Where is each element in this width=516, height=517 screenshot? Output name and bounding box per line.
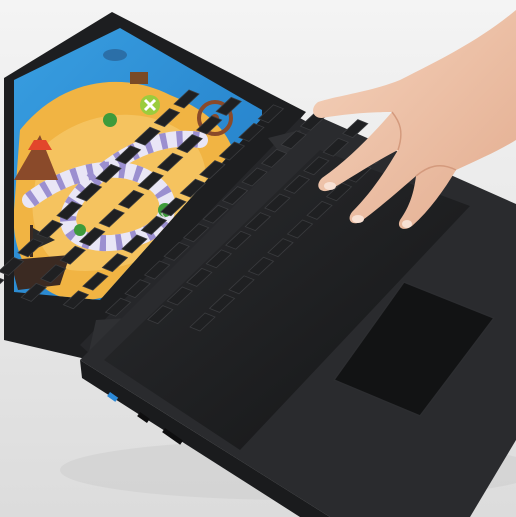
product-photo: acer	[0, 0, 516, 517]
